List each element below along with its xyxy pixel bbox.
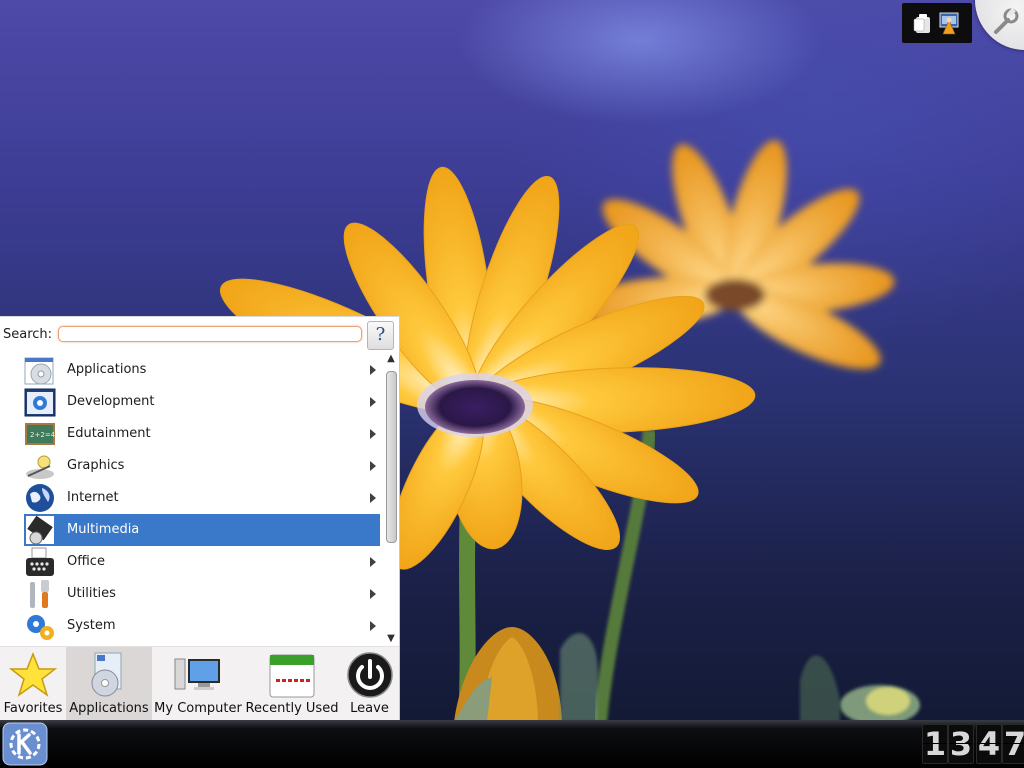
clock-digit: 1 xyxy=(922,724,948,764)
menu-item-label: Utilities xyxy=(67,586,116,601)
search-row: Search: ? xyxy=(0,317,399,351)
search-input[interactable] xyxy=(58,326,362,342)
tab-label: Leave xyxy=(350,701,389,716)
tab-favorites[interactable]: Favorites xyxy=(0,647,66,722)
applications-icon xyxy=(91,652,122,697)
tab-recently-used[interactable]: Recently Used xyxy=(244,647,340,722)
calendar-icon xyxy=(269,654,315,698)
tab-my-computer[interactable]: My Computer xyxy=(152,647,244,722)
graphics-icon xyxy=(26,455,54,479)
menu-item-label: Edutainment xyxy=(67,426,151,441)
application-launcher: Search: ? Applications Development 2+2=4… xyxy=(0,316,400,722)
submenu-arrow-icon xyxy=(370,429,376,439)
menu-item-label: Graphics xyxy=(67,458,125,473)
system-gears-icon xyxy=(27,615,54,640)
chalkboard-icon: 2+2=4 xyxy=(25,423,56,445)
menu-item-multimedia[interactable]: Multimedia xyxy=(24,514,380,546)
menu-item-label: Development xyxy=(67,394,155,409)
submenu-arrow-icon xyxy=(370,397,376,407)
help-button[interactable]: ? xyxy=(367,321,394,350)
launcher-tab-bar: Favorites Applications My Computer Recen… xyxy=(0,646,399,722)
menu-item-label: System xyxy=(67,618,116,633)
network-manager-icon[interactable] xyxy=(938,11,960,35)
tab-label: My Computer xyxy=(154,701,242,716)
menu-item-applications[interactable]: Applications xyxy=(24,354,380,386)
menu-item-graphics[interactable]: Graphics xyxy=(24,450,380,482)
menu-item-label: Multimedia xyxy=(67,522,140,537)
menu-scrollbar[interactable]: ▲ ▼ xyxy=(383,353,399,645)
application-category-list: Applications Development 2+2=4 Edutainme… xyxy=(0,353,383,645)
submenu-arrow-icon xyxy=(370,621,376,631)
multimedia-icon xyxy=(26,515,54,545)
menu-item-office[interactable]: Office xyxy=(24,546,380,578)
scroll-up-icon[interactable]: ▲ xyxy=(385,353,397,365)
clock-digit: 4 xyxy=(976,724,1002,764)
development-gear-icon xyxy=(24,388,56,417)
tab-leave[interactable]: Leave xyxy=(340,647,399,722)
typewriter-icon xyxy=(26,547,54,576)
menu-item-edutainment[interactable]: 2+2=4 Edutainment xyxy=(24,418,380,450)
kde-logo-icon[interactable] xyxy=(2,722,48,766)
clock-digit: 3 xyxy=(948,724,974,764)
submenu-arrow-icon xyxy=(370,365,376,375)
globe-icon xyxy=(26,484,54,512)
submenu-arrow-icon xyxy=(370,557,376,567)
submenu-arrow-icon xyxy=(370,461,376,471)
tools-icon xyxy=(30,580,49,608)
menu-item-system[interactable]: System xyxy=(24,610,380,642)
star-icon xyxy=(9,651,57,697)
menu-item-internet[interactable]: Internet xyxy=(24,482,380,514)
digital-clock[interactable]: 1 3 4 7 xyxy=(922,724,1024,764)
scrollbar-thumb[interactable] xyxy=(386,371,397,543)
menu-item-utilities[interactable]: Utilities xyxy=(24,578,380,610)
tab-applications[interactable]: Applications xyxy=(66,647,152,722)
bottom-panel: 1 3 4 7 xyxy=(0,720,1024,768)
power-icon xyxy=(347,652,393,698)
submenu-arrow-icon xyxy=(370,589,376,599)
tab-label: Favorites xyxy=(3,701,63,716)
system-tray xyxy=(902,3,972,43)
menu-item-development[interactable]: Development xyxy=(24,386,380,418)
tab-label: Applications xyxy=(69,701,149,716)
scroll-down-icon[interactable]: ▼ xyxy=(385,633,397,645)
tab-label: Recently Used xyxy=(245,701,339,716)
search-label: Search: xyxy=(3,327,53,342)
clipboard-icon[interactable] xyxy=(912,11,934,35)
computer-icon xyxy=(174,658,220,690)
menu-item-label: Office xyxy=(67,554,105,569)
clock-digit: 7 xyxy=(1002,724,1024,764)
submenu-arrow-icon xyxy=(370,493,376,503)
cd-applications-icon xyxy=(24,357,54,385)
wrench-icon[interactable] xyxy=(990,6,1020,36)
menu-item-label: Internet xyxy=(67,490,119,505)
svg-text:2+2=4: 2+2=4 xyxy=(30,431,56,439)
menu-item-label: Applications xyxy=(67,362,147,377)
